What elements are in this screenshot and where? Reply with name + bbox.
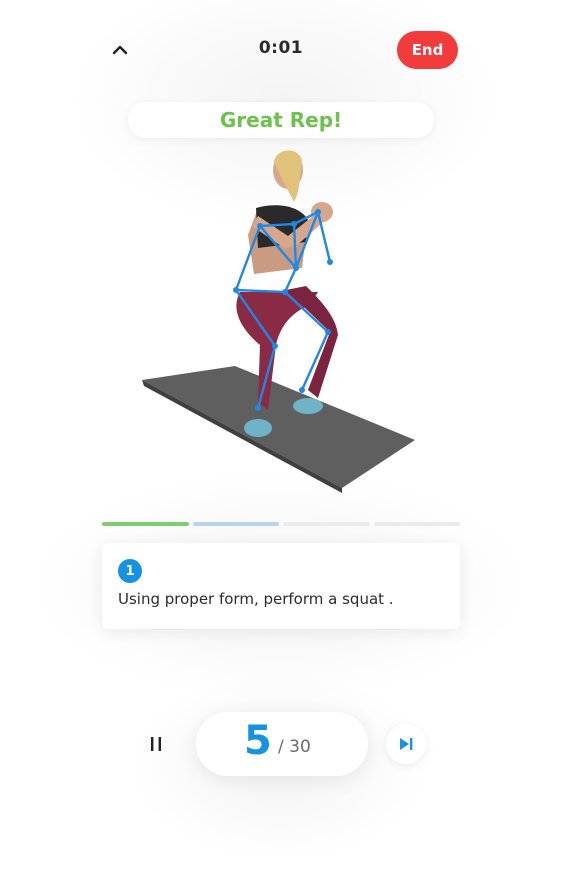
workout-timer: 0:01 (258, 38, 304, 58)
step-instruction-card: 1 Using proper form, perform a squat . (102, 543, 460, 629)
pause-button[interactable] (140, 728, 172, 760)
step-progress-bar (102, 522, 460, 527)
exercise-figure (142, 150, 415, 493)
playback-controls: 5 / 30 (0, 700, 562, 790)
progress-segment-2 (192, 522, 279, 526)
rep-counter: 5 / 30 (196, 712, 368, 776)
pause-icon (151, 737, 161, 751)
progress-segment-4 (373, 522, 460, 526)
yoga-mat (142, 366, 415, 488)
progress-segment-3 (283, 522, 370, 526)
collapse-button[interactable] (104, 34, 136, 66)
skip-next-button[interactable] (386, 724, 426, 764)
end-workout-button[interactable]: End (397, 31, 458, 69)
chevron-up-icon (112, 45, 128, 55)
step-instruction-text: Using proper form, perform a squat . (118, 590, 394, 608)
skip-next-icon (400, 738, 413, 750)
rep-feedback-text: Great Rep! (219, 108, 343, 132)
top-bar: 0:01 End (0, 0, 562, 100)
progress-segment-1 (102, 522, 189, 526)
rep-total-count: / 30 (278, 737, 311, 757)
rep-feedback-banner: Great Rep! (128, 102, 434, 138)
rep-current-count: 5 (244, 718, 272, 764)
step-number-badge: 1 (118, 559, 142, 583)
